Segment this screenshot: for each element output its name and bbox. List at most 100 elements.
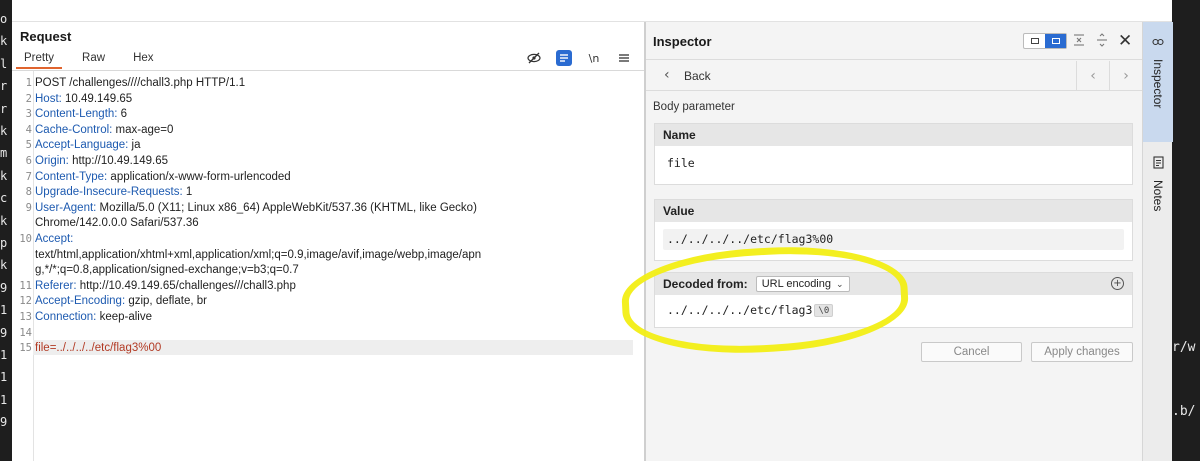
header-value: text/html,application/xhtml+xml,applicat… [35,248,482,261]
header-value: ja [128,139,141,152]
line-code: Content-Length: 6 [35,106,127,122]
tab-pretty[interactable]: Pretty [16,51,63,69]
header-key: Connection: [35,311,97,323]
cancel-button[interactable]: Cancel [921,342,1022,362]
value-header: Value [655,200,1132,222]
chevron-down-icon: ⌄ [836,278,844,289]
collapse-icon[interactable] [1073,33,1085,51]
terminal-text: k [0,34,8,49]
section-label: Body parameter [653,101,735,113]
header-key: Content-Type: [35,170,108,183]
terminal-text: k [0,168,8,183]
menu-icon[interactable] [616,50,632,66]
terminal-text: r [0,101,8,116]
header-key: Accept-Language: [35,139,129,152]
back-button[interactable]: Back [684,69,711,83]
terminal-text: 1 [0,370,8,385]
line-code: Host: 10.49.149.65 [35,91,132,107]
decoded-label: Decoded from: [663,277,748,291]
hide-eye-icon[interactable] [526,50,542,66]
value-field[interactable]: ../../../../etc/flag3%00 [663,229,1124,250]
encoding-select[interactable]: URL encoding ⌄ [755,276,850,292]
terminal-text: k [0,213,8,228]
inspector-header: Inspector ✕ [646,22,1142,60]
header-value: 10.49.149.65 [61,92,133,105]
header-value: keep-alive [96,311,152,323]
line-number: 5 [25,139,32,152]
rail-tab-label: Notes [1151,180,1165,212]
header-value: max-age=0 [112,123,174,136]
terminal-text: c [0,191,8,206]
top-bar [12,0,1172,22]
next-item-button[interactable]: › [1109,61,1142,91]
name-field[interactable]: file [663,153,1124,174]
inspector-title: Inspector [653,34,712,49]
tab-raw[interactable]: Raw [74,51,113,69]
previous-item-button[interactable]: ‹ [1076,61,1109,91]
background-terminal-right: r/w .b/ [1172,0,1200,461]
expand-icon[interactable] [1096,33,1108,51]
header-key: Accept-Encoding: [35,295,126,308]
back-row: ‹ Back ‹ › [646,61,1142,91]
terminal-text: r [0,79,8,94]
line-code: Accept-Encoding: gzip, deflate, br [35,293,207,309]
value-card: Value ../../../../etc/flag3%00 [654,199,1133,261]
line-number: 7 [25,170,32,183]
terminal-text: l [0,56,8,71]
line-number: 11 [19,279,32,292]
line-gutter [33,71,34,461]
decoded-header: Decoded from: URL encoding ⌄ + [655,273,1132,295]
header-value: Chrome/142.0.0.0 Safari/537.36 [35,217,199,230]
header-key: Referer: [35,279,77,292]
line-code: Referer: http://10.49.149.65/challenges/… [35,278,296,294]
header-key: Origin: [35,155,69,167]
line-code: Accept-Language: ja [35,137,141,153]
header-key: Upgrade-Insecure-Requests: [35,186,183,199]
terminal-text: k [0,124,8,138]
decoded-text: ../../../../etc/flag3 [667,303,813,317]
tab-hex[interactable]: Hex [125,51,161,69]
layout-horizontal-icon[interactable] [1024,34,1045,48]
terminal-text: o [0,12,8,26]
chevron-left-icon[interactable]: ‹ [664,67,670,83]
line-code: Accept: [35,231,73,247]
request-view-tabs: Pretty Raw Hex [16,51,174,69]
pretty-print-icon[interactable] [556,50,572,66]
header-key: Host: [35,92,62,105]
apply-changes-button[interactable]: Apply changes [1031,342,1133,362]
inspector-panel: Inspector ✕ ‹ Back ‹ › Body parameter Na… [646,22,1142,461]
line-number: 8 [25,186,32,199]
terminal-text: 1 [0,303,8,318]
line-number: 15 [19,342,32,355]
close-icon[interactable]: ✕ [1118,31,1132,51]
line-code: g,*/*;q=0.8,application/signed-exchange;… [35,262,299,278]
newline-toggle-icon[interactable]: \n [586,50,602,66]
terminal-text: 9 [0,280,8,295]
header-value: application/x-www-form-urlencoded [107,170,291,183]
notes-icon [1152,156,1164,172]
rail-tab-label: Inspector [1151,59,1165,109]
inspector-icon [1152,36,1164,51]
line-code: Chrome/142.0.0.0 Safari/537.36 [35,215,199,231]
decoded-field[interactable]: ../../../../etc/flag3 \0 [663,300,1124,321]
name-header: Name [655,124,1132,146]
line-number: 1 [25,77,32,89]
line-code: Content-Type: application/x-www-form-url… [35,169,291,185]
layout-toggle[interactable] [1023,33,1067,49]
add-encoding-icon[interactable]: + [1111,277,1124,290]
line-code: User-Agent: Mozilla/5.0 (X11; Linux x86_… [35,200,477,216]
request-toolbar: \n [526,50,632,66]
header-value: file=../../../../etc/flag3%00 [35,342,162,355]
line-code: text/html,application/xhtml+xml,applicat… [35,247,481,263]
line-code: file=../../../../etc/flag3%00 [35,340,161,356]
header-key: User-Agent: [35,201,97,214]
line-number: 13 [19,311,32,323]
terminal-text: 9 [0,415,8,430]
header-value: gzip, deflate, br [125,295,207,308]
rail-tab-inspector[interactable]: Inspector [1143,22,1173,142]
line-number: 6 [25,155,32,167]
layout-vertical-icon[interactable] [1045,34,1066,48]
terminal-text: 1 [0,392,8,407]
decoded-card: Decoded from: URL encoding ⌄ + ../../../… [654,272,1133,328]
rail-tab-notes[interactable]: Notes [1143,142,1173,246]
